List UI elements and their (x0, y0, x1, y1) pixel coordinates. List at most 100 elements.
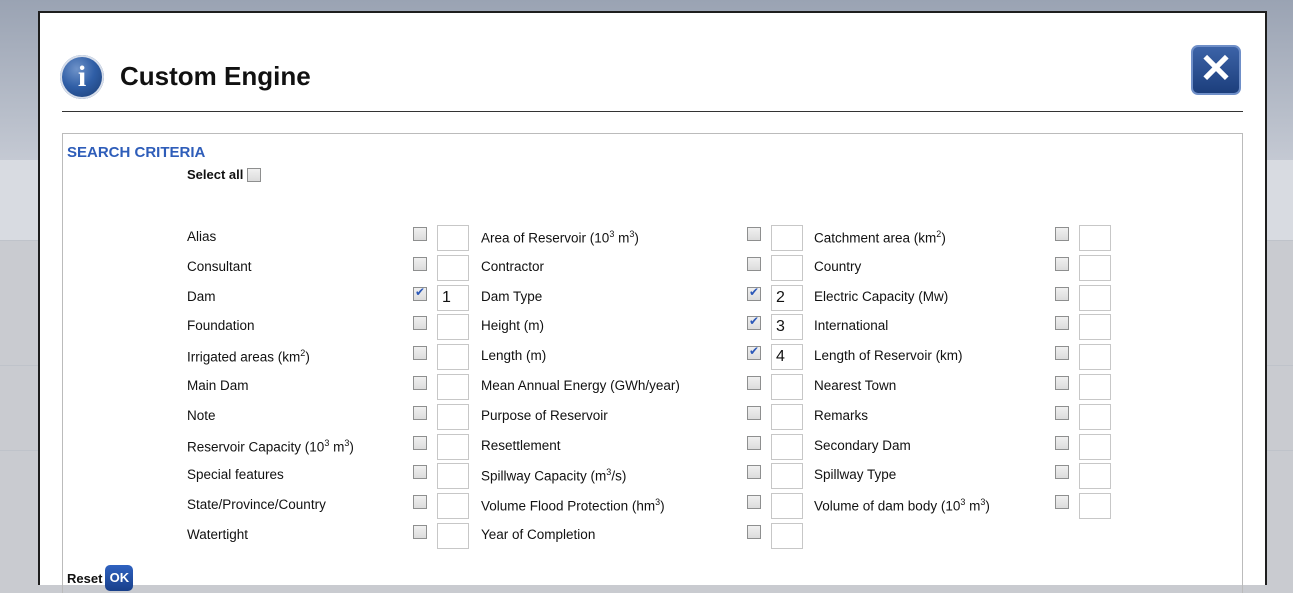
field-checkbox[interactable] (413, 316, 427, 331)
field-order-input[interactable] (771, 403, 803, 430)
criteria-row: State/Province/Country Volume Flood Prote… (63, 493, 1242, 520)
field-label: Height (m) (481, 318, 545, 334)
field-checkbox[interactable] (413, 376, 427, 390)
field-label: Spillway Capacity (m3/s) (481, 467, 627, 484)
field-order-input[interactable] (437, 374, 469, 400)
criteria-row: Special features Spillway Capacity (m3/s)… (63, 463, 1242, 490)
field-order-input[interactable] (437, 314, 469, 341)
field-order-input[interactable] (1079, 284, 1111, 311)
search-criteria-panel: SEARCH CRITERIA Select all Alias Area of … (62, 133, 1243, 593)
dialog-footer: Reset OK (67, 565, 134, 591)
field-order-input[interactable] (437, 403, 469, 430)
field-checkbox[interactable] (747, 465, 761, 480)
field-order-input[interactable] (1079, 225, 1111, 251)
info-icon: i (60, 55, 104, 99)
field-checkbox[interactable] (747, 344, 761, 361)
field-label: Remarks (814, 407, 869, 423)
field-order-input[interactable]: 3 (771, 314, 803, 341)
close-icon: ✕ (1199, 47, 1233, 91)
field-checkbox[interactable] (1055, 227, 1069, 241)
title-divider (62, 111, 1243, 112)
field-order-input[interactable] (1079, 433, 1111, 460)
field-checkbox[interactable] (747, 405, 761, 420)
field-checkbox[interactable] (747, 525, 761, 539)
field-order-input[interactable] (437, 463, 469, 490)
field-order-input[interactable] (437, 523, 469, 549)
field-checkbox[interactable] (747, 285, 761, 301)
search-criteria-heading: SEARCH CRITERIA (67, 144, 206, 161)
field-order-input[interactable] (1079, 374, 1111, 400)
field-order-input[interactable] (771, 493, 803, 520)
field-checkbox[interactable] (1055, 316, 1069, 331)
field-order-input[interactable] (771, 463, 803, 490)
field-order-input[interactable] (1079, 493, 1111, 520)
field-label: Spillway Type (814, 467, 897, 483)
field-checkbox[interactable] (413, 285, 427, 301)
field-order-input[interactable] (1079, 403, 1111, 430)
field-checkbox[interactable] (413, 495, 427, 510)
field-checkbox[interactable] (413, 227, 427, 241)
field-checkbox[interactable] (1055, 346, 1069, 361)
criteria-row: Consultant Contractor Country (63, 254, 1242, 281)
field-checkbox[interactable] (413, 346, 427, 361)
field-order-input[interactable] (437, 493, 469, 520)
field-checkbox[interactable] (747, 227, 761, 241)
select-all-checkbox[interactable] (247, 167, 262, 182)
field-label: Reservoir Capacity (103 m3) (187, 437, 354, 455)
field-label: Area of Reservoir (103 m3) (481, 229, 639, 246)
field-order-input[interactable] (437, 344, 469, 371)
field-checkbox[interactable] (1055, 495, 1069, 510)
field-checkbox[interactable] (1055, 435, 1069, 450)
field-order-input[interactable] (1079, 344, 1111, 371)
criteria-row: Main Dam Mean Annual Energy (GWh/year) Nea… (63, 374, 1242, 400)
field-label: Country (814, 258, 862, 274)
field-checkbox[interactable] (747, 435, 761, 450)
field-checkbox[interactable] (413, 405, 427, 420)
field-checkbox[interactable] (413, 435, 427, 450)
field-checkbox[interactable] (413, 465, 427, 480)
field-order-input[interactable] (771, 433, 803, 460)
field-checkbox[interactable] (413, 256, 427, 271)
field-order-input[interactable] (771, 374, 803, 400)
field-label: Electric Capacity (Mw) (814, 288, 949, 304)
field-label: Length (m) (481, 348, 547, 364)
field-order-input[interactable]: 2 (771, 284, 803, 311)
field-order-input[interactable] (437, 225, 469, 251)
custom-engine-dialog: i Custom Engine ✕ SEARCH CRITERIA Select… (38, 11, 1267, 593)
field-order-input[interactable] (437, 254, 469, 281)
field-order-input[interactable] (771, 254, 803, 281)
field-label: State/Province/Country (187, 497, 326, 513)
field-label: Nearest Town (814, 378, 897, 393)
field-label: Contractor (481, 258, 545, 274)
field-label: Mean Annual Energy (GWh/year) (481, 378, 680, 393)
field-label: Volume of dam body (103 m3) (814, 497, 990, 514)
field-label: Volume Flood Protection (hm3) (481, 497, 665, 514)
field-checkbox[interactable] (1055, 256, 1069, 271)
field-checkbox[interactable] (1055, 286, 1069, 301)
field-order-input[interactable] (1079, 314, 1111, 341)
field-checkbox[interactable] (747, 376, 761, 390)
field-order-input[interactable] (1079, 463, 1111, 490)
field-checkbox[interactable] (747, 314, 761, 331)
field-label: Catchment area (km2) (814, 229, 946, 246)
field-checkbox[interactable] (1055, 465, 1069, 480)
ok-button[interactable]: OK (105, 565, 134, 591)
criteria-row: Reservoir Capacity (103 m3) Resettlement S… (63, 433, 1242, 460)
field-checkbox[interactable] (413, 525, 427, 539)
field-checkbox[interactable] (1055, 376, 1069, 390)
field-checkbox[interactable] (747, 495, 761, 510)
field-order-input[interactable] (771, 523, 803, 549)
field-label: Alias (187, 229, 217, 244)
field-order-input[interactable] (1079, 254, 1111, 281)
field-order-input[interactable]: 4 (771, 344, 803, 371)
field-order-input[interactable] (437, 433, 469, 460)
field-label: Length of Reservoir (km) (814, 348, 963, 364)
reset-button[interactable]: Reset (67, 571, 102, 586)
close-button[interactable]: ✕ (1191, 45, 1241, 95)
field-order-input[interactable]: 1 (437, 284, 469, 311)
field-label: International (814, 318, 889, 334)
field-checkbox[interactable] (1055, 405, 1069, 420)
field-label: Year of Completion (481, 527, 596, 542)
field-checkbox[interactable] (747, 256, 761, 271)
field-order-input[interactable] (771, 225, 803, 251)
